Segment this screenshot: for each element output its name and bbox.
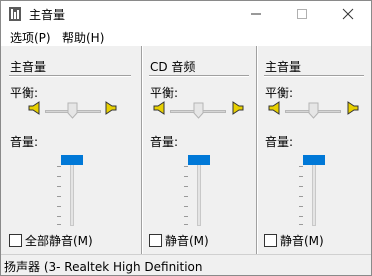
mute-all-checkbox[interactable] — [9, 234, 22, 247]
speaker-right-icon — [232, 101, 244, 115]
tick-mark — [57, 216, 61, 217]
panel-title: CD 音频 — [150, 60, 196, 74]
mute-checkbox[interactable] — [149, 234, 162, 247]
tick-mark — [184, 196, 188, 197]
tick-mark — [57, 176, 61, 177]
tick-mark — [299, 196, 303, 197]
master-volume-panel-2: 主音量 平衡: 音量: 静音(M) — [258, 46, 371, 254]
divider — [149, 75, 249, 77]
volume-slider-thumb[interactable] — [188, 155, 210, 165]
tick-mark — [184, 186, 188, 187]
tick-mark — [299, 216, 303, 217]
window-title: 主音量 — [29, 8, 66, 22]
speaker-right-icon — [347, 101, 359, 115]
volume-label: 音量: — [10, 135, 39, 149]
divider — [264, 75, 364, 77]
cd-audio-panel: CD 音频 平衡: 音量: 静音(M) — [143, 46, 256, 254]
tick-mark — [184, 224, 188, 225]
tick-mark — [57, 206, 61, 207]
minimize-icon — [251, 13, 261, 15]
app-icon[interactable] — [7, 6, 23, 22]
status-device-text: 扬声器 (3- Realtek High Definition — [4, 260, 203, 274]
tick-mark — [184, 206, 188, 207]
volume-slider-track[interactable] — [197, 156, 201, 226]
volume-slider-track[interactable] — [70, 156, 74, 226]
maximize-icon — [297, 9, 307, 19]
balance-label: 平衡: — [150, 86, 179, 100]
balance-label: 平衡: — [265, 86, 294, 100]
volume-slider-track[interactable] — [312, 156, 316, 226]
volume-label: 音量: — [265, 135, 294, 149]
balance-label: 平衡: — [10, 86, 39, 100]
tick-mark — [57, 224, 61, 225]
panel-title: 主音量 — [265, 60, 302, 74]
panel-title: 主音量 — [10, 60, 47, 74]
tick-mark — [299, 186, 303, 187]
mute-label: 静音(M) — [280, 234, 324, 248]
menu-help[interactable]: 帮助(H) — [62, 29, 104, 46]
volume-slider-thumb[interactable] — [61, 155, 83, 165]
menu-bar: 选项(P) 帮助(H) — [1, 27, 371, 46]
mute-all-label: 全部静音(M) — [25, 234, 93, 248]
maximize-button[interactable] — [279, 1, 325, 27]
tick-mark — [184, 166, 188, 167]
tick-mark — [57, 196, 61, 197]
tick-mark — [57, 186, 61, 187]
menu-options[interactable]: 选项(P) — [10, 29, 51, 46]
speaker-left-icon — [268, 101, 280, 115]
tick-mark — [299, 224, 303, 225]
mute-checkbox-row[interactable]: 静音(M) — [149, 232, 209, 249]
volume-label: 音量: — [150, 135, 179, 149]
speaker-right-icon — [105, 101, 117, 115]
tick-mark — [299, 206, 303, 207]
balance-slider-thumb[interactable] — [308, 102, 319, 119]
close-button[interactable] — [325, 1, 371, 27]
speaker-left-icon — [153, 101, 165, 115]
volume-slider-thumb[interactable] — [303, 155, 325, 165]
mute-checkbox-row[interactable]: 静音(M) — [264, 232, 324, 249]
master-volume-panel: 主音量 平衡: 音量: 全部静音(M) — [1, 46, 142, 254]
speaker-left-icon — [28, 101, 40, 115]
tick-mark — [57, 166, 61, 167]
close-icon — [342, 8, 354, 20]
tick-mark — [299, 176, 303, 177]
divider — [9, 75, 131, 77]
tick-mark — [184, 176, 188, 177]
status-bar: 扬声器 (3- Realtek High Definition — [1, 254, 371, 275]
balance-slider-thumb[interactable] — [193, 102, 204, 119]
mute-all-checkbox-row[interactable]: 全部静音(M) — [9, 232, 93, 249]
title-bar: 主音量 — [1, 1, 371, 27]
minimize-button[interactable] — [233, 1, 279, 27]
mute-checkbox[interactable] — [264, 234, 277, 247]
mute-label: 静音(M) — [165, 234, 209, 248]
volume-mixer-window: 主音量 选项(P) 帮助(H) 主音量 平衡: 音量: 全部静音(M) CD 音… — [0, 0, 372, 276]
tick-mark — [299, 166, 303, 167]
balance-slider-thumb[interactable] — [67, 102, 78, 119]
tick-mark — [184, 216, 188, 217]
